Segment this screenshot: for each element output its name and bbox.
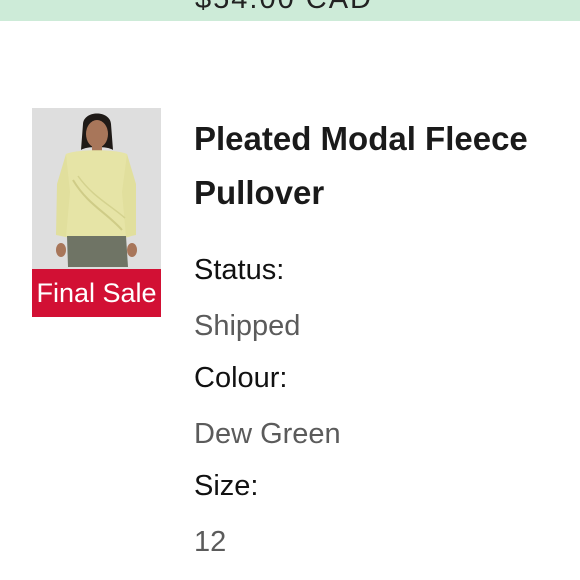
product-title[interactable]: Pleated Modal Fleece Pullover (194, 112, 554, 220)
status-label: Status: (194, 254, 285, 286)
status-value: Shipped (194, 310, 301, 342)
price-text: $54.00 CAD (195, 0, 373, 14)
product-thumbnail[interactable]: Final Sale (32, 108, 161, 317)
price-clipped: $54.00 CAD (195, 0, 373, 20)
order-item-page: $54.00 CAD Final Sale Pleated Mod (0, 0, 580, 580)
final-sale-badge: Final Sale (32, 269, 161, 317)
colour-label: Colour: (194, 362, 288, 394)
size-label: Size: (194, 470, 259, 502)
size-value: 12 (194, 526, 227, 558)
colour-value: Dew Green (194, 418, 341, 450)
